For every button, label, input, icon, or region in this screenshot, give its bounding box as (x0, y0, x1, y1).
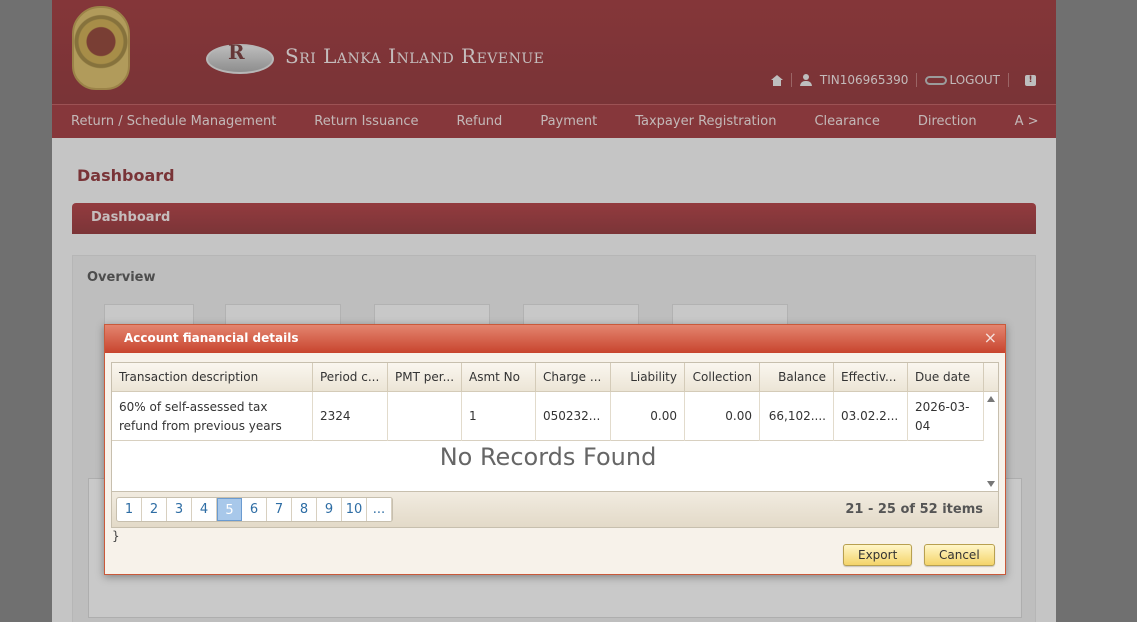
pager-buttons: |◀ ◀ 1 2 3 4 5 6 7 8 9 10 ... ▶ ▶| (116, 497, 393, 522)
page-button-7[interactable]: 7 (267, 498, 292, 521)
close-icon[interactable]: × (984, 329, 997, 347)
cell-charge: 050232... (536, 392, 611, 441)
page-button-10[interactable]: 10 (342, 498, 367, 521)
cell-text: 66,102.... (768, 409, 826, 423)
cell-text: 60% of self-assessed tax refund from pre… (119, 399, 282, 433)
scroll-down-icon[interactable] (987, 481, 995, 487)
cell-text: 03.02.2... (841, 409, 899, 423)
page-button-4[interactable]: 4 (192, 498, 217, 521)
grid-header: Transaction description Period c... PMT … (112, 363, 998, 392)
column-header-collection[interactable]: Collection (685, 363, 760, 392)
column-header-pmt-period[interactable]: PMT per... (388, 363, 462, 392)
cell-collection: 0.00 (685, 392, 760, 441)
page-button-6[interactable]: 6 (242, 498, 267, 521)
cell-liability: 0.00 (611, 392, 685, 441)
page-button-1[interactable]: 1 (117, 498, 142, 521)
dialog-title: Account fianancial details (124, 331, 299, 345)
cell-text: 0.00 (725, 409, 752, 423)
cancel-button[interactable]: Cancel (924, 544, 995, 566)
cell-text: 050232... (543, 409, 601, 423)
grid-pager: |◀ ◀ 1 2 3 4 5 6 7 8 9 10 ... ▶ ▶| 21 - … (112, 491, 998, 527)
column-header-transaction-description[interactable]: Transaction description (112, 363, 313, 392)
cell-text: 0.00 (650, 409, 677, 423)
page-button-8[interactable]: 8 (292, 498, 317, 521)
pager-info: 21 - 25 of 52 items (845, 502, 983, 517)
cell-period: 2324 (313, 392, 388, 441)
table-row[interactable]: 60% of self-assessed tax refund from pre… (112, 392, 984, 441)
account-financial-details-dialog: Account fianancial details × Transaction… (104, 324, 1006, 575)
page-button-more[interactable]: ... (367, 498, 392, 521)
grid-scrollbar[interactable] (984, 392, 998, 491)
page-button-9[interactable]: 9 (317, 498, 342, 521)
no-records-message: No Records Found (439, 443, 657, 471)
cell-pmt-period (388, 392, 462, 441)
stray-text: } (112, 529, 120, 543)
cell-text: 1 (469, 409, 477, 423)
column-header-charge[interactable]: Charge ... (536, 363, 611, 392)
page-button-current[interactable]: 5 (217, 498, 242, 521)
column-header-due-date[interactable]: Due date (908, 363, 984, 392)
cell-description: 60% of self-assessed tax refund from pre… (112, 392, 313, 441)
financial-details-grid: Transaction description Period c... PMT … (111, 362, 999, 528)
export-button[interactable]: Export (843, 544, 913, 566)
cell-due-date: 2026-03-04 (908, 392, 984, 441)
page-button-2[interactable]: 2 (142, 498, 167, 521)
column-header-balance[interactable]: Balance (760, 363, 834, 392)
cell-text: 2026-03-04 (915, 399, 970, 433)
column-header-period[interactable]: Period c... (313, 363, 388, 392)
column-header-liability[interactable]: Liability (611, 363, 685, 392)
cell-effective: 03.02.2... (834, 392, 908, 441)
page-button-3[interactable]: 3 (167, 498, 192, 521)
cell-asmt-no: 1 (462, 392, 536, 441)
dialog-titlebar: Account fianancial details × (105, 325, 1005, 353)
cell-text: 2324 (320, 409, 351, 423)
scroll-up-icon[interactable] (987, 396, 995, 402)
column-header-effective[interactable]: Effectiv... (834, 363, 908, 392)
column-header-asmt-no[interactable]: Asmt No (462, 363, 536, 392)
cell-balance: 66,102.... (760, 392, 834, 441)
